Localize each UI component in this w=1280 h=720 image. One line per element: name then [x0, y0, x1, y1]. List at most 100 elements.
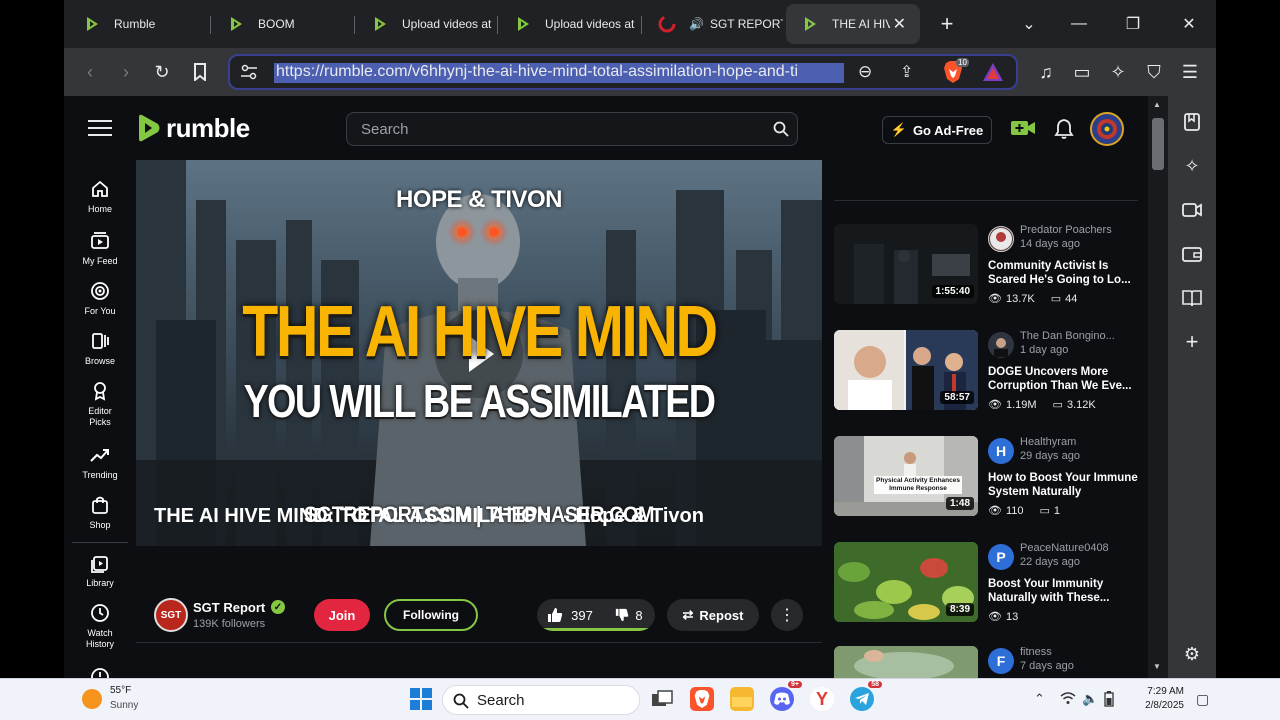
rec-channel-name[interactable]: Healthyram — [1020, 436, 1138, 448]
weather-condition[interactable]: Sunny — [110, 700, 138, 711]
wifi-icon[interactable] — [1060, 691, 1076, 708]
leo-ai-icon[interactable]: ✧ — [1106, 60, 1130, 84]
rec-video-card[interactable]: 58:57 The Dan Bongino... 1 day ago DOGE … — [834, 330, 1138, 414]
rec-channel-avatar[interactable] — [988, 332, 1014, 358]
forward-button[interactable]: › — [114, 60, 138, 84]
zoom-icon[interactable]: ⊖ — [858, 62, 880, 84]
rec-channel-name[interactable]: Predator Poachers — [1020, 224, 1138, 236]
rec-title[interactable]: Boost Your Immunity Naturally with These… — [988, 577, 1138, 605]
brave-shields-icon[interactable]: 10 — [942, 58, 969, 84]
notification-center-icon[interactable]: ▢ — [1196, 691, 1209, 708]
video-player[interactable]: HOPE & TIVON THE AI HIVE MIND YOU WILL B… — [136, 160, 822, 546]
join-button[interactable]: Join — [314, 599, 370, 631]
repost-button[interactable]: ⇄ Repost — [667, 599, 759, 631]
search-icon[interactable] — [773, 121, 789, 137]
reload-button[interactable]: ↻ — [150, 60, 174, 84]
tab-search-chevron-icon[interactable]: ⌄ — [1002, 0, 1056, 48]
wallet-icon[interactable]: ▭ — [1070, 60, 1094, 84]
nav-my-feed[interactable]: My Feed — [64, 230, 136, 267]
like-button[interactable]: 397 — [537, 599, 603, 631]
more-options-button[interactable]: ⋮ — [771, 599, 803, 631]
rec-channel-name[interactable]: PeaceNature0408 — [1020, 542, 1138, 554]
show-hidden-icons-chevron-icon[interactable]: ⌃ — [1034, 691, 1045, 707]
menu-icon[interactable]: ☰ — [1178, 60, 1202, 84]
page-scrollbar[interactable]: ▲ ▼ — [1148, 96, 1168, 678]
rec-title[interactable]: Community Activist Is Scared He's Going … — [988, 259, 1138, 287]
search-input[interactable]: Search — [346, 112, 798, 146]
brave-rewards-icon[interactable] — [982, 62, 1004, 84]
battery-icon[interactable] — [1104, 691, 1114, 710]
nav-library[interactable]: Library — [64, 552, 136, 589]
media-icon[interactable]: ♫ — [1034, 60, 1058, 84]
rec-thumbnail[interactable]: 58:57 — [834, 330, 978, 410]
reading-mode-icon[interactable] — [1180, 286, 1204, 310]
rec-channel-avatar[interactable]: F — [988, 648, 1014, 674]
nav-shop[interactable]: Shop — [64, 494, 136, 531]
back-button[interactable]: ‹ — [78, 60, 102, 84]
upload-video-icon[interactable] — [1010, 118, 1036, 138]
taskbar-search[interactable]: Search — [442, 685, 640, 715]
vpn-icon[interactable]: ⛉ — [1142, 60, 1166, 84]
following-button[interactable]: Following — [384, 599, 478, 631]
rec-channel-avatar[interactable]: H — [988, 438, 1014, 464]
user-avatar[interactable] — [1090, 112, 1124, 146]
rec-thumbnail[interactable]: Physical Activity Enhances Immune Respon… — [834, 436, 978, 516]
go-ad-free-button[interactable]: ⚡ Go Ad-Free — [882, 116, 992, 144]
rec-channel-name[interactable]: fitness — [1020, 646, 1138, 658]
nav-watch-history[interactable]: Watch History — [64, 602, 136, 650]
rec-thumbnail[interactable] — [834, 646, 978, 678]
rec-channel-name[interactable]: The Dan Bongino... — [1020, 330, 1138, 342]
rec-thumbnail[interactable]: 8:39 — [834, 542, 978, 622]
scroll-up-arrow-icon[interactable]: ▲ — [1153, 100, 1161, 109]
rec-title[interactable]: DOGE Uncovers More Corruption Than We Ev… — [988, 365, 1138, 393]
add-panel-button[interactable]: + — [1180, 329, 1204, 354]
channel-avatar[interactable]: SGT — [154, 598, 188, 632]
tab-upload-1[interactable]: Upload videos at — [356, 4, 496, 44]
task-view-icon[interactable] — [650, 687, 674, 711]
dislike-button[interactable]: 8 — [603, 599, 655, 631]
scrollbar-thumb[interactable] — [1152, 118, 1164, 170]
notifications-bell-icon[interactable] — [1054, 118, 1076, 140]
rec-video-card[interactable]: 1:55:40 Predator Poachers 14 days ago Co… — [834, 224, 1138, 308]
rec-title[interactable]: How to Boost Your Immune System Naturall… — [988, 471, 1138, 499]
telegram-icon[interactable]: 58 — [850, 681, 882, 711]
scroll-down-arrow-icon[interactable]: ▼ — [1153, 662, 1161, 671]
rec-thumbnail[interactable]: 1:55:40 — [834, 224, 978, 304]
system-clock[interactable]: 7:29 AM 2/8/2025 — [1128, 685, 1184, 713]
rumble-logo[interactable]: rumble — [134, 112, 250, 144]
share-icon[interactable]: ⇪ — [900, 62, 922, 84]
site-settings-icon[interactable] — [240, 64, 258, 80]
rec-video-card[interactable]: F fitness 7 days ago — [834, 646, 1138, 678]
weather-temp[interactable]: 55°F — [110, 685, 131, 696]
leo-sparkle-icon[interactable]: ✧ — [1180, 154, 1204, 178]
url-text[interactable]: https://rumble.com/v6hhynj-the-ai-hive-m… — [274, 63, 844, 83]
new-tab-button[interactable]: + — [920, 0, 974, 48]
discord-icon[interactable]: 9+ — [770, 681, 802, 711]
yandex-browser-icon[interactable]: Y — [810, 687, 834, 711]
tab-upload-2[interactable]: Upload videos at — [499, 4, 639, 44]
rec-video-card[interactable]: 8:39 P PeaceNature0408 22 days ago Boost… — [834, 542, 1138, 626]
volume-icon[interactable]: 🔈 — [1082, 691, 1098, 707]
wallet-panel-icon[interactable] — [1180, 242, 1204, 266]
close-tab-icon[interactable]: ✕ — [893, 14, 906, 34]
minimize-button[interactable]: — — [1052, 0, 1106, 48]
channel-name[interactable]: SGT Report — [193, 600, 265, 615]
nav-editor-picks[interactable]: Editor Picks — [64, 380, 136, 428]
video-call-icon[interactable] — [1180, 198, 1204, 222]
brave-taskbar-icon[interactable] — [690, 687, 714, 711]
address-bar[interactable]: https://rumble.com/v6hhynj-the-ai-hive-m… — [228, 54, 1018, 90]
file-explorer-icon[interactable] — [730, 687, 754, 711]
tab-boom[interactable]: BOOM — [212, 4, 352, 44]
sun-icon[interactable] — [82, 689, 102, 709]
bookmark-icon[interactable] — [188, 60, 212, 84]
rec-video-card[interactable]: Physical Activity Enhances Immune Respon… — [834, 436, 1138, 520]
nav-browse[interactable]: Browse — [64, 330, 136, 367]
nav-more-partial[interactable] — [64, 666, 136, 678]
restore-button[interactable]: ❐ — [1106, 0, 1160, 48]
nav-for-you[interactable]: For You — [64, 280, 136, 317]
close-window-button[interactable]: ✕ — [1162, 0, 1216, 48]
tab-active-video[interactable]: THE AI HIVE ✕ — [786, 4, 920, 44]
reading-list-icon[interactable] — [1180, 110, 1204, 134]
settings-gear-icon[interactable]: ⚙ — [1180, 642, 1204, 666]
hamburger-menu-icon[interactable] — [88, 118, 112, 138]
